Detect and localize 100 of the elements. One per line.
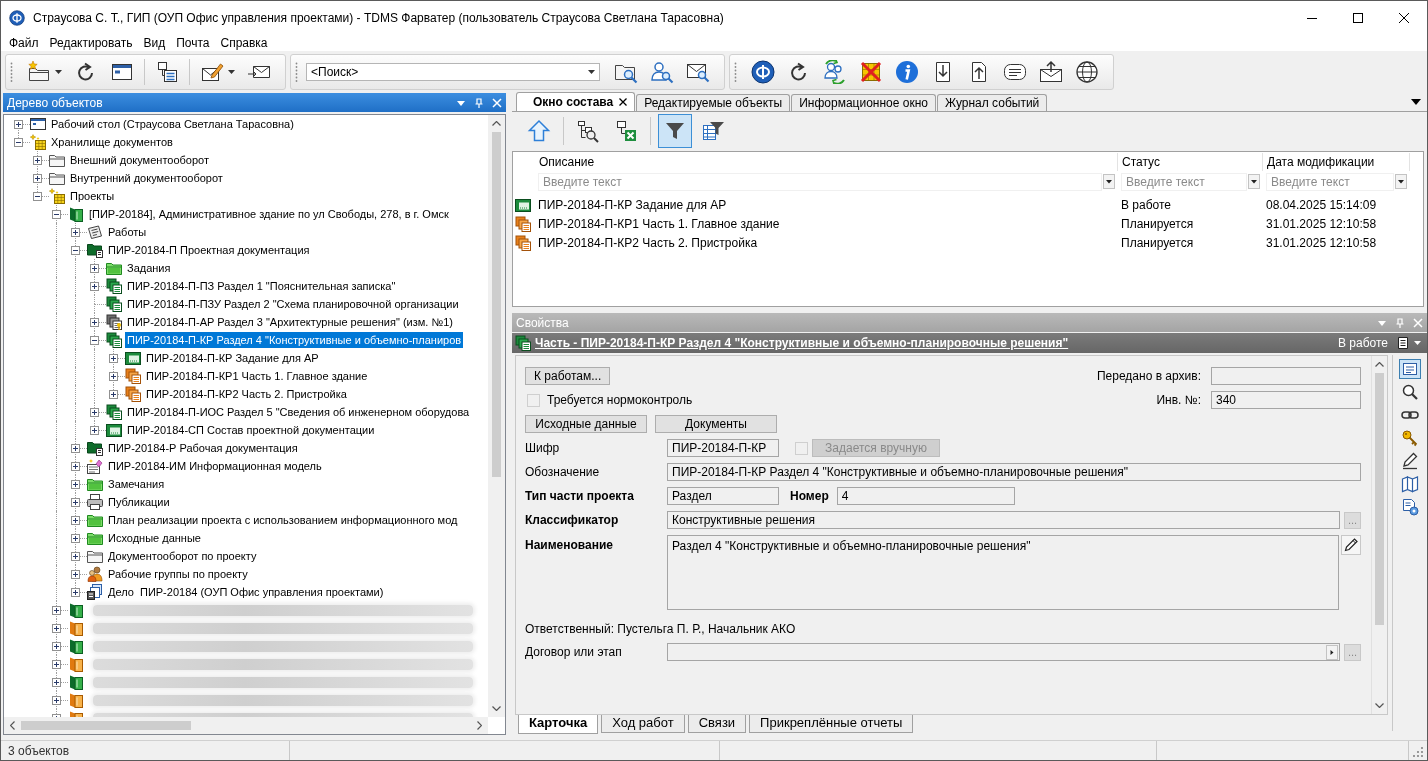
arrow-up-icon[interactable] xyxy=(527,119,551,143)
envelope-up-icon[interactable] xyxy=(1039,60,1063,84)
caret-down-icon[interactable] xyxy=(55,70,62,74)
tree-item[interactable]: План реализации проекта с использованием информационного мод xyxy=(106,512,460,528)
user-search-icon[interactable] xyxy=(650,60,674,84)
expand-icon[interactable] xyxy=(71,588,80,597)
search-field[interactable]: <Поиск> xyxy=(306,63,600,81)
expand-icon[interactable] xyxy=(90,408,99,417)
expand-icon[interactable] xyxy=(90,264,99,273)
tab[interactable]: Журнал событий xyxy=(936,94,1048,111)
expand-icon[interactable] xyxy=(33,156,42,165)
menu-item[interactable]: Редактировать xyxy=(44,34,139,51)
grip-icon[interactable] xyxy=(10,61,13,83)
expand-icon[interactable] xyxy=(71,516,80,525)
tree-item[interactable]: Исходные данные xyxy=(106,530,203,546)
tree-item[interactable]: ПИР-20184-ИМ Информационная модель xyxy=(106,458,324,474)
tree-item[interactable]: ПИР-20184-П-КР Задание для АР xyxy=(144,350,321,366)
info-icon[interactable] xyxy=(895,60,919,84)
expand-icon[interactable] xyxy=(109,372,118,381)
tree-item[interactable]: Публикации xyxy=(106,494,172,510)
inventory-field[interactable]: 340 xyxy=(1211,391,1361,409)
chevron-up-icon[interactable] xyxy=(492,121,501,126)
tree-item[interactable]: ПИР-20184-П-АР Раздел 3 "Архитектурные решения" (изм. №1) xyxy=(125,314,456,330)
tab[interactable]: Прикреплённые отчеты xyxy=(749,715,914,733)
chevron-up-icon[interactable] xyxy=(1375,362,1384,367)
expand-icon[interactable] xyxy=(52,696,61,705)
filter-field[interactable]: Введите текст xyxy=(1266,172,1394,191)
chevron-down-icon[interactable] xyxy=(492,706,501,711)
tree-item[interactable]: Рабочий стол (Страусова Светлана Тарасовна) xyxy=(49,116,296,132)
form-button[interactable]: Исходные данные xyxy=(525,415,647,433)
expand-icon[interactable] xyxy=(71,534,80,543)
collapse-icon[interactable] xyxy=(52,210,61,219)
tree-search-icon[interactable] xyxy=(576,119,600,143)
expand-icon[interactable] xyxy=(71,480,80,489)
document-icon[interactable] xyxy=(1396,336,1410,350)
tree-item[interactable]: Внутренний документооборот xyxy=(68,170,225,186)
designation-field[interactable]: ПИР-20184-П-КР Раздел 4 "Конструктивные и объемно-планировочные решения" xyxy=(667,463,1361,481)
table-funnel-icon[interactable] xyxy=(701,119,725,143)
grid-cross-icon[interactable] xyxy=(859,60,883,84)
cipher-field[interactable]: ПИР-20184-П-КР xyxy=(667,439,779,457)
expand-icon[interactable] xyxy=(71,462,80,471)
scrollbar-thumb[interactable] xyxy=(21,721,191,730)
filter-field[interactable]: Введите текст xyxy=(538,172,1102,191)
expand-icon[interactable] xyxy=(90,426,99,435)
chevron-down-icon[interactable] xyxy=(1375,703,1384,708)
tree-item[interactable]: ПИР-20184-СП Состав проектной документации xyxy=(125,422,377,438)
filter-button[interactable] xyxy=(658,114,692,148)
tree-item[interactable]: Работы xyxy=(106,224,149,240)
menu-item[interactable]: Файл xyxy=(4,34,45,51)
expand-icon[interactable] xyxy=(52,642,61,651)
expand-icon[interactable] xyxy=(71,228,80,237)
classifier-field[interactable]: Конструктивные решения xyxy=(667,511,1340,529)
tree-item[interactable]: ПИР-20184-Р Рабочая документация xyxy=(106,440,300,456)
expand-icon[interactable] xyxy=(90,282,99,291)
folder-star-icon[interactable] xyxy=(27,60,51,84)
collapse-icon[interactable] xyxy=(71,246,80,255)
tree-item[interactable]: ПИР-20184-П Проектная документация xyxy=(106,242,312,258)
envelope-pencil-icon[interactable] xyxy=(200,60,224,84)
scrollbar[interactable] xyxy=(488,115,505,717)
tree-item[interactable]: ПИР-20184-П-КР2 Часть 2. Пристройка xyxy=(144,386,349,402)
tree-item[interactable]: ПИР-20184-П-ПЗУ Раздел 2 "Схема планировочной организации xyxy=(125,296,461,312)
tab[interactable]: Ход работ xyxy=(601,715,685,733)
object-link[interactable]: Часть - ПИР-20184-П-КР Раздел 4 "Конструктивные и объемно-планировочные решения" xyxy=(535,336,1069,350)
tab[interactable]: Редактируемые объекты xyxy=(636,94,791,111)
tree-item[interactable]: Проекты xyxy=(68,188,117,204)
tree-item[interactable]: Внешний документооборот xyxy=(68,152,211,168)
tree-item[interactable]: Дело ПИР-20184 (ОУП Офис управления проектами) xyxy=(106,584,386,600)
globe-icon[interactable] xyxy=(1075,60,1099,84)
name-textarea[interactable]: Раздел 4 "Конструктивные и объемно-планировочные решения" xyxy=(667,535,1339,610)
menu-item[interactable]: Вид xyxy=(138,34,172,51)
scrollbar[interactable] xyxy=(1371,356,1387,714)
spreadsheet-export-icon[interactable] xyxy=(614,119,638,143)
collapse-icon[interactable] xyxy=(33,192,42,201)
expand-icon[interactable] xyxy=(71,552,80,561)
expand-icon[interactable] xyxy=(33,174,42,183)
chevron-right-icon[interactable] xyxy=(477,721,482,730)
caret-down-icon[interactable] xyxy=(228,70,235,74)
expand-icon[interactable] xyxy=(109,390,118,399)
expand-icon[interactable] xyxy=(52,678,61,687)
tree-item[interactable]: Замечания xyxy=(106,476,167,492)
tree-item[interactable]: ПИР-20184-П-КР1 Часть 1. Главное здание xyxy=(144,368,370,384)
form-button[interactable]: Документы xyxy=(655,415,777,433)
number-field[interactable]: 4 xyxy=(836,487,1015,505)
logo-icon[interactable] xyxy=(751,60,775,84)
part-type-field[interactable]: Раздел xyxy=(667,487,779,505)
edit-button[interactable] xyxy=(1341,535,1361,555)
tree-item[interactable]: ПИР-20184-П-ПЗ Раздел 1 "Пояснительная записка" xyxy=(125,278,398,294)
tab[interactable]: Карточка xyxy=(518,715,599,734)
tree-item[interactable]: Хранилище документов xyxy=(49,134,175,150)
expand-icon[interactable] xyxy=(52,624,61,633)
caret-down-icon[interactable] xyxy=(1411,99,1421,105)
expand-icon[interactable] xyxy=(14,120,23,129)
tree-item[interactable]: ПИР-20184-П-ИОС Раздел 5 "Сведения об инженерном оборудова xyxy=(125,404,472,420)
contract-field[interactable] xyxy=(667,643,1340,661)
tab[interactable]: Связи xyxy=(687,715,747,733)
close-icon[interactable] xyxy=(619,98,628,106)
tree-item[interactable]: Документооборот по проекту xyxy=(106,548,259,564)
expand-icon[interactable] xyxy=(71,570,80,579)
expand-icon[interactable] xyxy=(71,498,80,507)
users-sync-icon[interactable] xyxy=(823,60,847,84)
